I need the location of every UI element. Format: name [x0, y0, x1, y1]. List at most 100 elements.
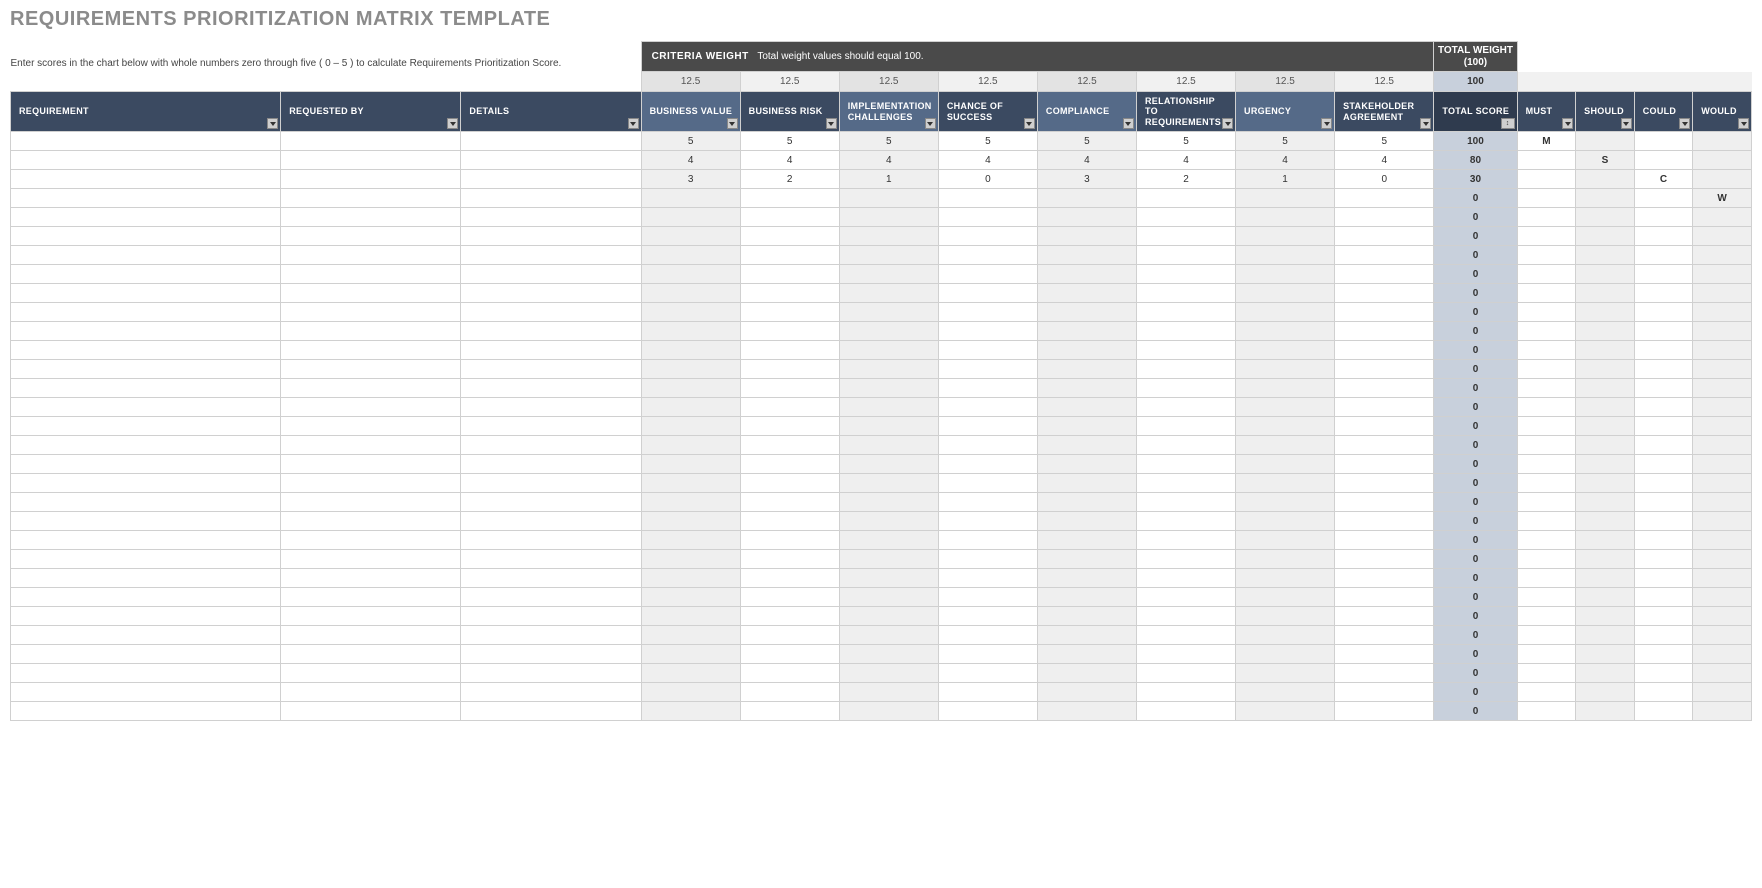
- cell-score[interactable]: [1037, 702, 1136, 721]
- cell-score[interactable]: [938, 208, 1037, 227]
- cell-score[interactable]: [1335, 436, 1434, 455]
- col-header-total-score[interactable]: TOTAL SCORE↕: [1434, 92, 1517, 132]
- cell-score[interactable]: [938, 474, 1037, 493]
- cell-score[interactable]: [1236, 303, 1335, 322]
- cell-score[interactable]: [641, 208, 740, 227]
- cell-score[interactable]: [1037, 645, 1136, 664]
- cell-score[interactable]: 5: [938, 132, 1037, 151]
- cell-moscow[interactable]: [1576, 398, 1635, 417]
- cell-moscow[interactable]: [1517, 189, 1576, 208]
- cell-score[interactable]: [938, 379, 1037, 398]
- cell-moscow[interactable]: [1634, 360, 1693, 379]
- cell-score[interactable]: [1236, 284, 1335, 303]
- cell-score[interactable]: [641, 265, 740, 284]
- cell-score[interactable]: [938, 531, 1037, 550]
- col-header-requirement[interactable]: REQUIREMENT: [11, 92, 281, 132]
- cell-score[interactable]: [938, 436, 1037, 455]
- cell-moscow[interactable]: [1517, 626, 1576, 645]
- cell-score[interactable]: [1335, 208, 1434, 227]
- cell-moscow[interactable]: [1576, 607, 1635, 626]
- cell-score[interactable]: [1335, 645, 1434, 664]
- cell-score[interactable]: [1136, 208, 1235, 227]
- filter-dropdown-icon[interactable]: [1024, 118, 1035, 129]
- cell-moscow[interactable]: [1634, 227, 1693, 246]
- cell-moscow[interactable]: [1576, 208, 1635, 227]
- cell-score[interactable]: [740, 569, 839, 588]
- cell-moscow[interactable]: [1576, 132, 1635, 151]
- cell-requested-by[interactable]: [281, 569, 461, 588]
- cell-score[interactable]: 4: [938, 151, 1037, 170]
- cell-score[interactable]: [1236, 436, 1335, 455]
- cell-score[interactable]: [1037, 341, 1136, 360]
- cell-moscow[interactable]: [1634, 512, 1693, 531]
- cell-moscow[interactable]: [1576, 379, 1635, 398]
- cell-score[interactable]: [641, 702, 740, 721]
- cell-moscow[interactable]: [1517, 303, 1576, 322]
- cell-score[interactable]: [641, 512, 740, 531]
- cell-score[interactable]: [740, 398, 839, 417]
- cell-score[interactable]: [740, 645, 839, 664]
- cell-score[interactable]: [1236, 322, 1335, 341]
- cell-score[interactable]: [1037, 398, 1136, 417]
- cell-details[interactable]: [461, 569, 641, 588]
- cell-moscow[interactable]: [1517, 607, 1576, 626]
- cell-moscow[interactable]: S: [1576, 151, 1635, 170]
- cell-score[interactable]: [1136, 455, 1235, 474]
- cell-score[interactable]: [1236, 626, 1335, 645]
- cell-moscow[interactable]: [1634, 645, 1693, 664]
- cell-moscow[interactable]: [1517, 265, 1576, 284]
- cell-score[interactable]: 3: [641, 170, 740, 189]
- cell-score[interactable]: [1037, 607, 1136, 626]
- col-header-requested-by[interactable]: REQUESTED BY: [281, 92, 461, 132]
- cell-moscow[interactable]: [1517, 151, 1576, 170]
- cell-score[interactable]: [839, 246, 938, 265]
- cell-score[interactable]: [1136, 227, 1235, 246]
- cell-moscow[interactable]: [1693, 493, 1752, 512]
- cell-moscow[interactable]: [1693, 455, 1752, 474]
- cell-moscow[interactable]: [1517, 379, 1576, 398]
- cell-score[interactable]: [1037, 455, 1136, 474]
- cell-score[interactable]: [1136, 436, 1235, 455]
- cell-requirement[interactable]: [11, 322, 281, 341]
- cell-score[interactable]: [1335, 265, 1434, 284]
- cell-score[interactable]: [740, 379, 839, 398]
- cell-score[interactable]: [641, 360, 740, 379]
- cell-score[interactable]: [938, 303, 1037, 322]
- cell-requirement[interactable]: [11, 132, 281, 151]
- cell-moscow[interactable]: [1576, 474, 1635, 493]
- weight-cell[interactable]: 12.5: [839, 72, 938, 92]
- cell-moscow[interactable]: [1517, 246, 1576, 265]
- cell-requested-by[interactable]: [281, 322, 461, 341]
- cell-moscow[interactable]: [1517, 645, 1576, 664]
- cell-requested-by[interactable]: [281, 417, 461, 436]
- cell-score[interactable]: [641, 474, 740, 493]
- cell-details[interactable]: [461, 360, 641, 379]
- cell-score[interactable]: [1236, 664, 1335, 683]
- cell-score[interactable]: [740, 227, 839, 246]
- cell-score[interactable]: [1136, 360, 1235, 379]
- cell-moscow[interactable]: [1634, 322, 1693, 341]
- filter-dropdown-icon[interactable]: [267, 118, 278, 129]
- cell-score[interactable]: [1335, 550, 1434, 569]
- cell-score[interactable]: [1136, 189, 1235, 208]
- cell-moscow[interactable]: [1517, 550, 1576, 569]
- cell-moscow[interactable]: [1576, 569, 1635, 588]
- cell-moscow[interactable]: [1576, 626, 1635, 645]
- cell-score[interactable]: [1236, 246, 1335, 265]
- cell-details[interactable]: [461, 683, 641, 702]
- cell-moscow[interactable]: [1517, 512, 1576, 531]
- cell-moscow[interactable]: [1634, 246, 1693, 265]
- filter-dropdown-icon[interactable]: [628, 118, 639, 129]
- cell-score[interactable]: [839, 265, 938, 284]
- cell-score[interactable]: [938, 664, 1037, 683]
- cell-requirement[interactable]: [11, 474, 281, 493]
- cell-score[interactable]: [839, 588, 938, 607]
- cell-score[interactable]: [740, 531, 839, 550]
- cell-moscow[interactable]: [1576, 702, 1635, 721]
- cell-score[interactable]: [1037, 569, 1136, 588]
- cell-requested-by[interactable]: [281, 474, 461, 493]
- cell-moscow[interactable]: [1693, 531, 1752, 550]
- cell-score[interactable]: [938, 265, 1037, 284]
- cell-requested-by[interactable]: [281, 455, 461, 474]
- cell-score[interactable]: [740, 588, 839, 607]
